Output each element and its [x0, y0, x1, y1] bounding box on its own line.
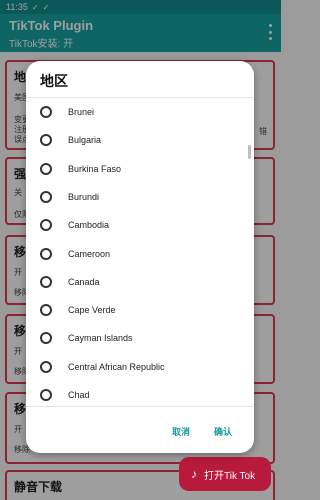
- region-option[interactable]: Cape Verde: [26, 296, 254, 324]
- radio-unchecked-icon[interactable]: [40, 332, 52, 345]
- region-option[interactable]: Brunei: [26, 98, 254, 126]
- tiktok-icon: ♪: [191, 467, 197, 481]
- radio-unchecked-icon[interactable]: [40, 219, 52, 232]
- open-tiktok-button[interactable]: ♪ 打开Tik Tok: [179, 457, 271, 491]
- radio-unchecked-icon[interactable]: [40, 106, 52, 118]
- region-option-label: Burkina Faso: [68, 163, 122, 174]
- radio-unchecked-icon[interactable]: [40, 275, 52, 288]
- confirm-button[interactable]: 确认: [214, 425, 232, 438]
- open-tiktok-label: 打开Tik Tok: [204, 470, 256, 482]
- region-option[interactable]: Burundi: [26, 183, 254, 211]
- radio-unchecked-icon[interactable]: [40, 360, 52, 373]
- scrollbar[interactable]: [248, 145, 251, 159]
- cancel-button[interactable]: 取消: [172, 425, 190, 438]
- region-option-label: Brunei: [68, 107, 95, 117]
- region-option-label: Canada: [68, 276, 100, 287]
- radio-unchecked-icon[interactable]: [40, 162, 52, 175]
- radio-unchecked-icon[interactable]: [40, 190, 52, 203]
- region-option-label: Cambodia: [68, 220, 110, 231]
- region-option[interactable]: Chad: [26, 381, 254, 406]
- divider: [26, 406, 254, 407]
- region-option[interactable]: Bulgaria: [26, 126, 254, 154]
- region-option-label: Cayman Islands: [68, 333, 133, 344]
- region-option[interactable]: Central African Republic: [26, 353, 254, 381]
- region-option-label: Central African Republic: [68, 361, 165, 372]
- region-option[interactable]: Canada: [26, 268, 254, 296]
- radio-unchecked-icon[interactable]: [40, 304, 52, 317]
- region-option-label: Cameroon: [68, 248, 111, 259]
- dialog-title: 地区: [40, 73, 68, 89]
- radio-unchecked-icon[interactable]: [40, 134, 52, 147]
- region-option[interactable]: Cayman Islands: [26, 324, 254, 352]
- region-options-list[interactable]: Brunei Bulgaria Burkina Faso Burundi Cambodi…: [26, 98, 254, 406]
- region-option-label: Chad: [68, 390, 90, 400]
- region-option[interactable]: Burkina Faso: [26, 155, 254, 183]
- radio-unchecked-icon[interactable]: [40, 389, 52, 401]
- region-dialog: 地区 Brunei Bulgaria Burkina Faso Burundi Camb…: [26, 61, 254, 453]
- region-option[interactable]: Cameroon: [26, 240, 254, 268]
- radio-unchecked-icon[interactable]: [40, 247, 52, 260]
- region-option-label: Bulgaria: [68, 135, 102, 146]
- region-option-label: Burundi: [68, 191, 100, 202]
- region-option-label: Cape Verde: [68, 305, 116, 316]
- region-option[interactable]: Cambodia: [26, 211, 254, 239]
